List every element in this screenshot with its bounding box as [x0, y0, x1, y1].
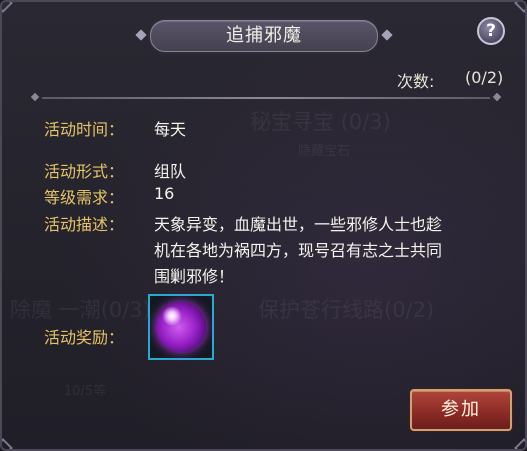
- background-ghost-text: 除魔 一潮(0/3): [10, 298, 151, 322]
- title-ornament: [381, 29, 393, 41]
- title-plate: 追捕邪魔: [135, 20, 393, 52]
- corner-ornament: [2, 438, 13, 449]
- corner-ornament: [514, 438, 525, 449]
- level-requirement-label: 等级需求：: [44, 188, 125, 207]
- count-label: 次数:: [397, 72, 435, 91]
- activity-time-label: 活动时间：: [44, 120, 125, 139]
- description-line: 天象异变，血魔出世，一些邪修人士也趁: [154, 215, 443, 234]
- corner-ornament: [2, 2, 13, 13]
- corner-ornament: [514, 2, 525, 13]
- purple-orb-icon: [156, 302, 206, 352]
- activity-time-value: 每天: [154, 120, 187, 139]
- header-divider: [42, 97, 490, 99]
- divider-ornament: [492, 92, 502, 102]
- activity-description-label: 活动描述：: [44, 215, 125, 234]
- background-ghost-text: 隐藏宝石: [298, 144, 351, 159]
- count-value: (0/2): [465, 68, 504, 87]
- activity-form-value: 组队: [154, 162, 187, 181]
- activity-dialog: 秘宝寻宝 (0/3) 隐藏宝石 除魔 一潮(0/3) 保护苍行线路(0/2) 1…: [0, 0, 527, 451]
- title-ornament: [135, 29, 147, 41]
- activity-reward-label: 活动奖励：: [44, 328, 125, 347]
- background-ghost-text: 秘宝寻宝 (0/3): [250, 110, 391, 134]
- description-line: 机在各地为祸四方，现号召有志之士共同: [154, 241, 443, 260]
- background-ghost-text: 10/5等: [64, 384, 107, 399]
- description-line: 围剿邪修！: [154, 267, 235, 286]
- reward-item-slot[interactable]: [148, 294, 214, 360]
- dialog-title: 追捕邪魔: [226, 25, 302, 46]
- divider-ornament: [30, 92, 40, 102]
- background-ghost-text: 保护苍行线路(0/2): [258, 298, 435, 322]
- join-button[interactable]: 参加: [410, 389, 512, 431]
- level-requirement-value: 16: [154, 184, 175, 203]
- activity-form-label: 活动形式：: [44, 162, 125, 181]
- help-icon[interactable]: ?: [477, 17, 505, 45]
